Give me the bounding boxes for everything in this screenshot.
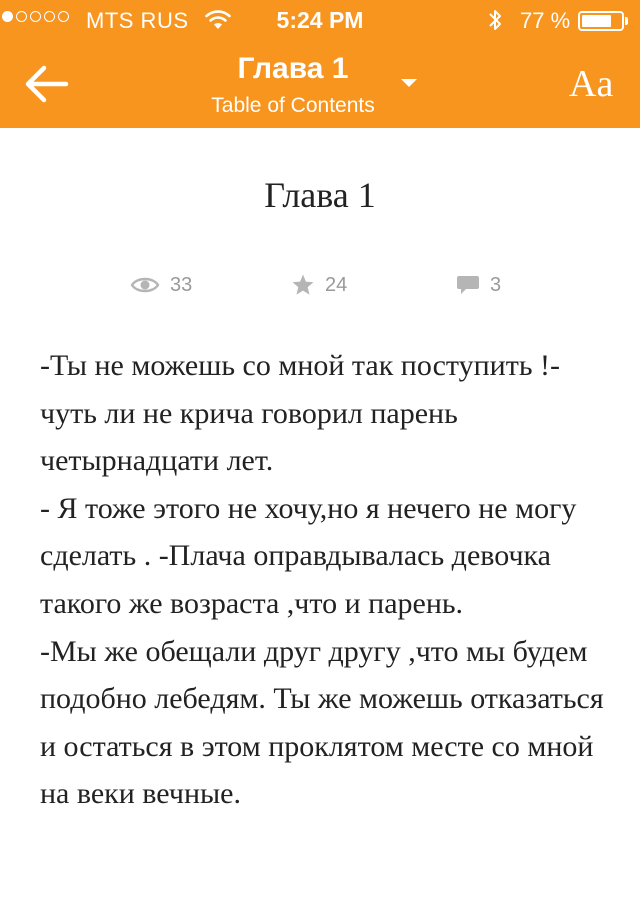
star-icon	[292, 274, 314, 295]
comments-count: 3	[490, 273, 502, 296]
paragraph: -Ты не можешь со мной так поступить !- ч…	[40, 349, 561, 478]
chapter-title: Глава 1	[264, 175, 376, 215]
views-count: 33	[170, 273, 193, 296]
comments-stat: 3	[456, 272, 501, 298]
battery-icon	[578, 11, 624, 31]
paragraph: - Я тоже этого не хочу,но я нечего не мо…	[40, 491, 577, 620]
comment-icon	[457, 276, 479, 294]
nav-title[interactable]: Глава 1	[150, 52, 436, 86]
paragraph: -Мы же обещали друг другу ,что мы будем …	[40, 634, 604, 811]
battery-level	[582, 15, 611, 27]
votes-stat: 24	[291, 272, 347, 298]
table-of-contents-link[interactable]: Table of Contents	[150, 94, 436, 118]
eye-icon	[130, 277, 160, 293]
status-bar: MTS RUS 5:24 PM 77 %	[0, 0, 640, 40]
top-bar: MTS RUS 5:24 PM 77 % Глава 1 Table of Co…	[0, 0, 640, 128]
caret-down-icon[interactable]	[401, 79, 417, 87]
battery-percent: 77 %	[520, 8, 571, 33]
arrow-left-icon	[25, 65, 69, 103]
bluetooth-icon	[487, 6, 503, 39]
votes-count: 24	[325, 273, 348, 296]
back-button[interactable]	[22, 62, 70, 106]
battery-tip	[625, 17, 628, 25]
font-settings-button[interactable]: Aa	[569, 62, 613, 106]
chapter-body: -Ты не можешь со мной так поступить !- ч…	[40, 342, 610, 818]
views-stat: 33	[130, 272, 192, 298]
